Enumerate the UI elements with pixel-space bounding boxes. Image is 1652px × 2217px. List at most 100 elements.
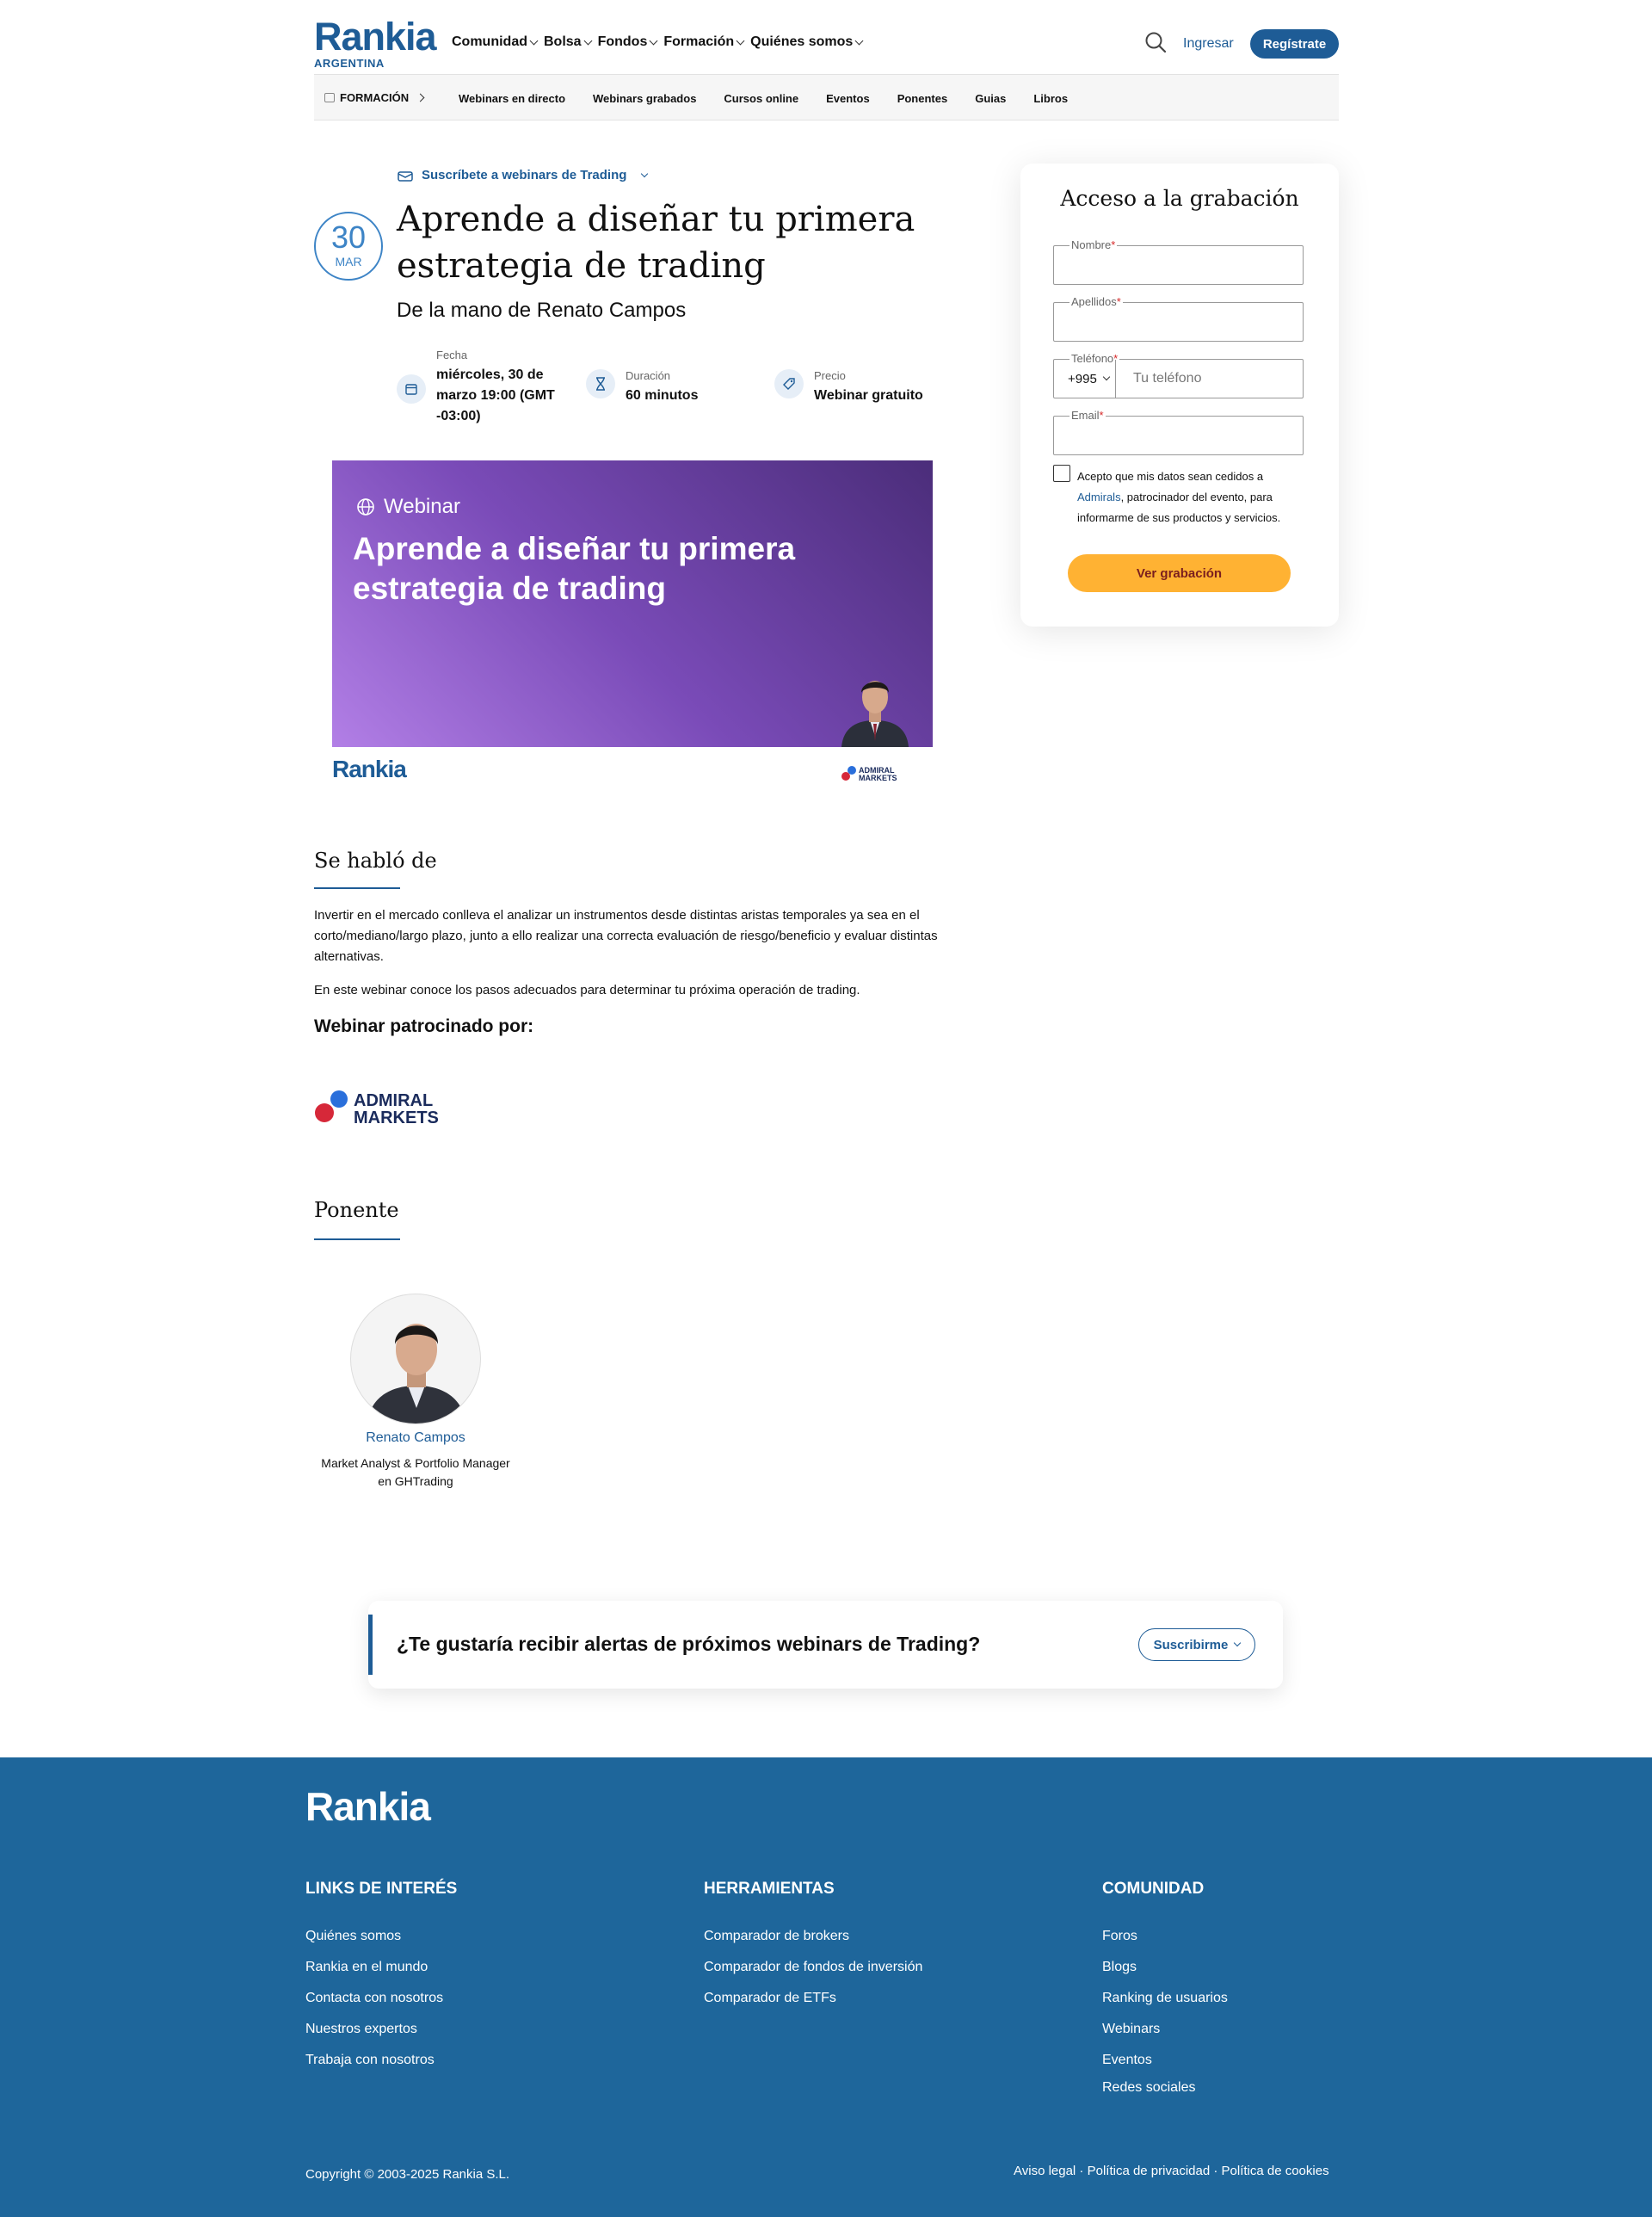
footer-link[interactable]: Ranking de usuarios (1102, 1983, 1228, 2014)
speaker-avatar[interactable] (350, 1294, 481, 1424)
subnav-ponentes[interactable]: Ponentes (897, 92, 948, 105)
chevron-down-icon (583, 36, 593, 45)
duration-value: 60 minutos (626, 388, 699, 403)
alerts-card: ¿Te gustaría recibir alertas de próximos… (368, 1601, 1283, 1689)
footer-link[interactable]: Webinars (1102, 2014, 1228, 2045)
chevron-down-icon (854, 36, 864, 45)
price-label: Precio (814, 369, 846, 382)
consent-text: Acepto que mis datos sean cedidos a Admi… (1077, 470, 1281, 524)
footer-col-tools: HERRAMIENTAS Comparador de brokers Compa… (704, 1880, 922, 2014)
view-recording-button[interactable]: Ver grabación (1068, 554, 1291, 592)
banner-footer: Rankia ADMIRAL MARKETS (332, 747, 933, 792)
speaker-role: Market Analyst & Portfolio Manager en GH… (321, 1456, 510, 1488)
subnav-cursos-online[interactable]: Cursos online (724, 92, 798, 105)
footer-link[interactable]: Redes sociales (1102, 2076, 1228, 2100)
banner-title: Aprende a diseñar tu primera estrategia … (353, 531, 796, 606)
chevron-down-icon (649, 36, 658, 45)
footer-col-heading: HERRAMIENTAS (704, 1880, 835, 1898)
subnav-webinars-grabados[interactable]: Webinars grabados (593, 92, 696, 105)
nav-label: Fondos (597, 34, 648, 49)
heading-underline (314, 887, 400, 889)
subnav-guias[interactable]: Guias (975, 92, 1006, 105)
chevron-down-icon (1234, 1639, 1242, 1647)
nav-fondos[interactable]: Fondos (597, 34, 658, 50)
footer-link[interactable]: Eventos (1102, 2045, 1228, 2076)
site-footer: Rankia LINKS DE INTERÉS Quiénes somos Ra… (0, 1757, 1652, 2217)
footer-link[interactable]: Foros (1102, 1921, 1228, 1952)
phone-country-select[interactable]: +995 (1054, 360, 1116, 398)
footer-link[interactable]: Blogs (1102, 1952, 1228, 1983)
nav-label: Comunidad (452, 34, 527, 49)
calendar-icon (397, 374, 426, 404)
calendar-icon (324, 93, 335, 102)
main-nav: Comunidad Bolsa Fondos Formación Quiénes… (452, 34, 864, 50)
footer-link[interactable]: Rankia en el mundo (305, 1952, 457, 1983)
phone-field[interactable]: Teléfono* +995 Tu teléfono (1053, 352, 1304, 398)
email-field[interactable]: Email* (1053, 409, 1304, 455)
nav-label: Quiénes somos (750, 34, 854, 49)
footer-link[interactable]: Trabaja con nosotros (305, 2045, 457, 2076)
field-label: Nombre* (1069, 238, 1118, 251)
nav-label: Bolsa (544, 34, 582, 49)
meta-date: Fecha miércoles, 30 de marzo 19:00 (GMT … (397, 349, 569, 427)
page-subtitle: De la mano de Renato Campos (397, 299, 687, 322)
envelope-icon (398, 170, 413, 182)
consent-checkbox[interactable] (1053, 465, 1070, 482)
footer-link[interactable]: Nuestros expertos (305, 2014, 457, 2045)
webinar-banner: Webinar Aprende a diseñar tu primera est… (332, 460, 933, 747)
page-title: Aprende a diseñar tu primera estrategia … (397, 200, 915, 286)
search-icon[interactable] (1144, 31, 1167, 53)
phone-placeholder: Tu teléfono (1133, 371, 1202, 386)
about-paragraph-2: En este webinar conoce los pasos adecuad… (314, 983, 860, 997)
hourglass-icon (586, 369, 615, 398)
subscribe-trading-link[interactable]: Suscríbete a webinars de Trading (398, 168, 649, 182)
subnav-webinars-directo[interactable]: Webinars en directo (459, 92, 565, 105)
chevron-down-icon (529, 36, 539, 45)
footer-link[interactable]: Comparador de brokers (704, 1921, 922, 1952)
nav-bolsa[interactable]: Bolsa (544, 34, 593, 50)
footer-link[interactable]: Quiénes somos (305, 1921, 457, 1952)
date-label: Fecha (436, 349, 468, 361)
footer-logo[interactable]: Rankia (305, 1783, 431, 1830)
chevron-down-icon (1102, 373, 1111, 381)
nav-formacion[interactable]: Formación (663, 34, 745, 50)
speaker-portrait (841, 681, 909, 747)
footer-link[interactable]: Comparador de ETFs (704, 1983, 922, 2014)
event-month: MAR (335, 255, 362, 269)
about-heading: Se habló de (314, 849, 437, 873)
nav-quienes-somos[interactable]: Quiénes somos (750, 34, 864, 50)
subscribe-button[interactable]: Suscribirme (1138, 1628, 1255, 1661)
footer-link[interactable]: Comparador de fondos de inversión (704, 1952, 922, 1983)
footer-link[interactable]: Contacta con nosotros (305, 1983, 457, 2014)
nav-comunidad[interactable]: Comunidad (452, 34, 539, 50)
meta-price: Precio Webinar gratuito (774, 369, 923, 406)
svg-text:MARKETS: MARKETS (859, 774, 897, 782)
breadcrumb[interactable]: FORMACIÓN (324, 91, 425, 104)
subnav-libros[interactable]: Libros (1033, 92, 1068, 105)
speaker-name-link[interactable]: Renato Campos (314, 1430, 517, 1446)
duration-label: Duración (626, 369, 671, 382)
surname-field[interactable]: Apellidos* (1053, 295, 1304, 342)
copyright: Copyright © 2003-2025 Rankia S.L. (305, 2167, 510, 2182)
section-subnav: FORMACIÓN Webinars en directo Webinars g… (314, 74, 1339, 120)
heading-underline (314, 1238, 400, 1240)
name-field[interactable]: Nombre* (1053, 238, 1304, 285)
sponsor-link[interactable]: Admirals (1077, 491, 1121, 503)
banner-tag: Webinar (356, 495, 460, 519)
legal-links[interactable]: Aviso legal · Política de privacidad · P… (1014, 2164, 1329, 2178)
meta-duration: Duración 60 minutos (586, 369, 698, 406)
banner-tag-label: Webinar (384, 495, 460, 518)
login-link[interactable]: Ingresar (1183, 36, 1234, 52)
rankia-logo[interactable]: Rankia ARGENTINA (314, 17, 437, 71)
subnav-eventos[interactable]: Eventos (826, 92, 870, 105)
chevron-down-icon (641, 170, 649, 177)
chevron-down-icon (736, 36, 745, 45)
register-button[interactable]: Regístrate (1250, 29, 1339, 59)
footer-col-heading: LINKS DE INTERÉS (305, 1880, 458, 1898)
nav-label: Formación (663, 34, 735, 49)
event-date-badge: 30 MAR (314, 212, 383, 281)
admiral-markets-logo: ADMIRAL MARKETS (841, 766, 897, 782)
admiral-markets-logo[interactable]: ADMIRAL MARKETS (314, 1084, 452, 1127)
event-day: 30 (330, 219, 367, 255)
breadcrumb-section: FORMACIÓN (340, 91, 410, 104)
